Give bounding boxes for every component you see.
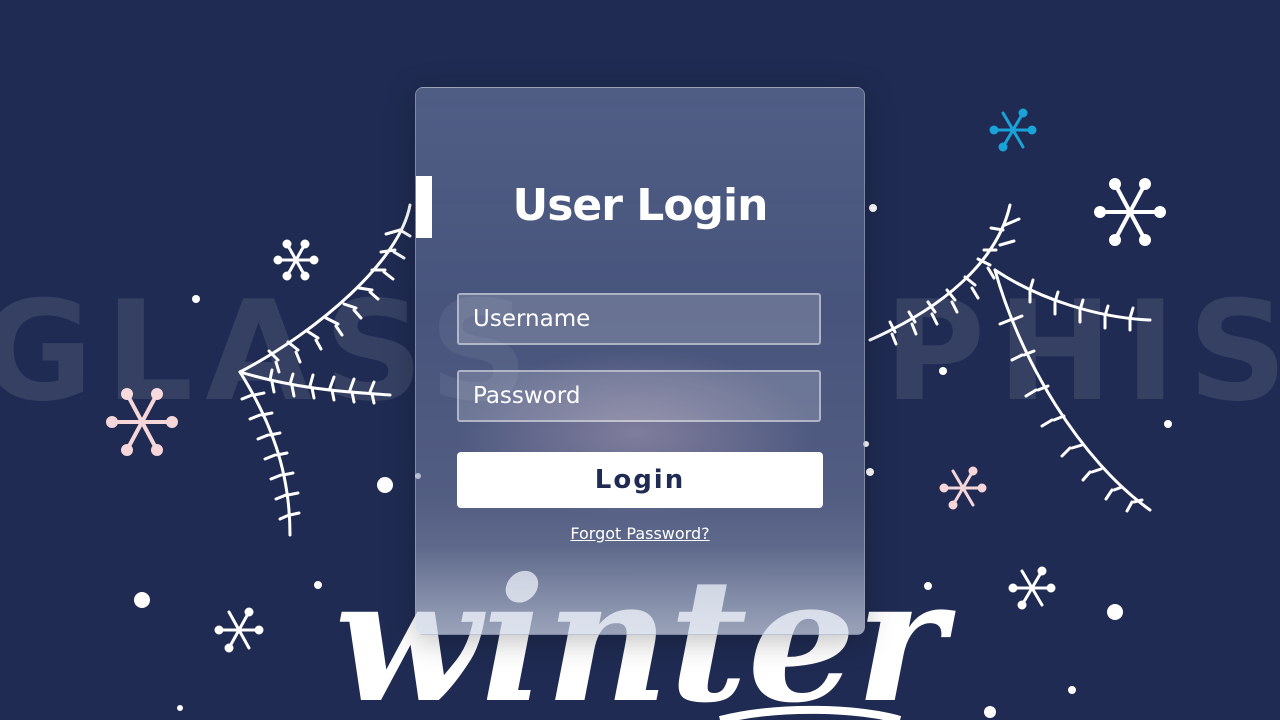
login-button[interactable]: Login <box>457 452 823 508</box>
snowflake-icon <box>939 466 987 510</box>
forgot-password-link[interactable]: Forgot Password? <box>416 524 864 543</box>
snowflake-icon <box>273 239 319 281</box>
snowflake-icon <box>1008 566 1056 610</box>
password-input[interactable] <box>457 370 821 422</box>
login-card: User Login Login Forgot Password? <box>415 87 865 635</box>
username-input[interactable] <box>457 293 821 345</box>
login-title: User Login <box>512 180 769 231</box>
snowflake-icon <box>989 108 1037 152</box>
snowflake-icon <box>214 607 264 653</box>
watermark-right: PHISM <box>884 282 1280 422</box>
snowflake-icon <box>1094 178 1166 246</box>
